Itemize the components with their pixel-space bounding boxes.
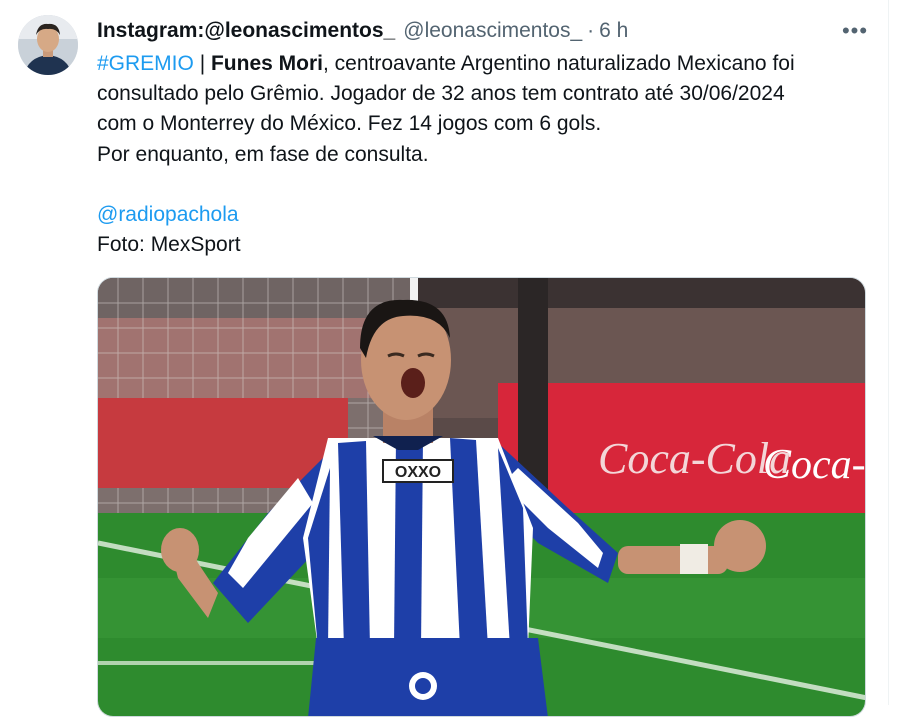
tweet-line-2: consultado pelo Grêmio. Jogador de 32 an…	[97, 82, 785, 106]
author-handle[interactable]: @leonascimentos_	[403, 19, 582, 43]
hashtag-link[interactable]: #GREMIO	[97, 52, 194, 75]
player-name: Funes Mori	[210, 52, 323, 75]
photo-credit: Foto: MexSport	[97, 233, 241, 257]
more-options-icon[interactable]: •••	[838, 18, 872, 44]
tweet-timestamp[interactable]: 6 h	[599, 19, 628, 43]
player-celebration-image: Coca-Cola Coca-Cola	[98, 278, 866, 716]
timeline-border	[888, 0, 889, 705]
separator-dot: ·	[587, 19, 595, 42]
tweet-media-photo[interactable]: Coca-Cola Coca-Cola	[97, 277, 866, 717]
jersey-sponsor: OXXO	[395, 464, 441, 481]
tweet-header: Instagram:@leonascimentos_ @leonasciment…	[97, 14, 628, 48]
avatar-photo	[18, 15, 78, 75]
mention-link[interactable]: @radiopachola	[97, 200, 877, 230]
tweet-line-3: com o Monterrey do México. Fez 14 jogos …	[97, 112, 602, 136]
ad-board-text-2: Coca-Cola	[763, 442, 866, 488]
tweet-line-4: Por enquanto, em fase de consulta.	[97, 142, 429, 166]
author-avatar[interactable]	[18, 15, 78, 75]
tweet-line-1: #GREMIO | Funes Mori, centroavante Argen…	[97, 49, 877, 79]
pipe-separator: |	[193, 52, 211, 75]
tweet-line-1-rest: , centroavante Argentino naturalizado Me…	[323, 52, 795, 75]
author-name[interactable]: Instagram:@leonascimentos_	[97, 19, 395, 43]
tweet-text: #GREMIO | Funes Mori, centroavante Argen…	[97, 49, 877, 260]
